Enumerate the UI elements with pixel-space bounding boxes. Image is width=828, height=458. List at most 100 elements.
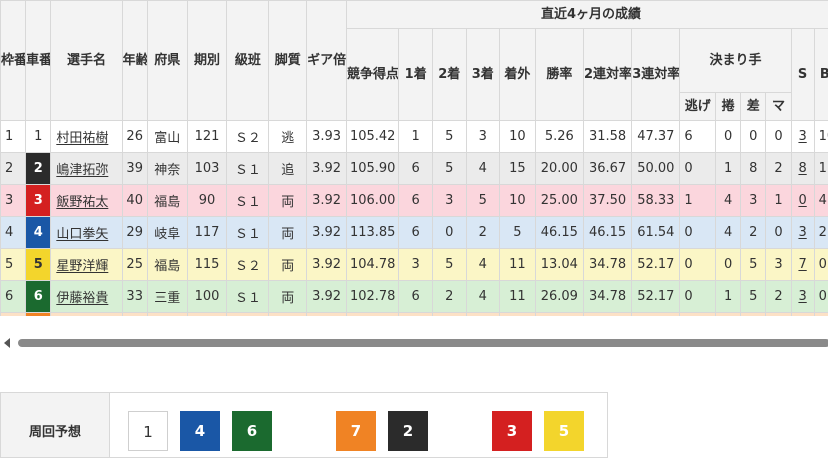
s-count-link[interactable]: 3	[798, 225, 806, 240]
entry-table-container[interactable]: 枠番 車番 選手名 年齢 府県 期別 級班 脚質 ギア倍率 直近4ヶ月の成績 競…	[0, 0, 828, 316]
cell-s[interactable]: 3	[790, 216, 815, 249]
header-sashi: 差	[740, 92, 767, 121]
cell-age: 26	[121, 120, 148, 153]
cell-b: 2	[813, 216, 828, 249]
cell-age: 25	[121, 248, 148, 281]
racer-name-link[interactable]: 山口拳矢	[56, 227, 108, 242]
cell-pref: 三重	[146, 280, 188, 313]
racer-name-link[interactable]: 村田祐樹	[56, 131, 108, 146]
cell-score: 104.78	[345, 248, 400, 281]
entry-table-body: 1 1 村田祐樹 26 富山 121 Ｓ２ 逃 3.93 105.42 1 5 3 10 5.26 31.58…	[0, 120, 828, 316]
cell-score: 108.47	[345, 312, 400, 316]
header-first: 1着	[398, 28, 433, 121]
cell-s[interactable]: 0	[790, 184, 815, 217]
cell-name[interactable]: 飯野祐太	[50, 184, 123, 217]
cell-b: 0	[813, 248, 828, 281]
cell-term: 103	[186, 152, 228, 185]
cell-sashi: 3	[740, 184, 767, 217]
cell-style: 両	[268, 248, 308, 281]
cell-ren3: 58.33	[631, 184, 681, 217]
cell-age: 29	[121, 216, 148, 249]
s-count-link[interactable]: 8	[798, 161, 806, 176]
cell-style: 両	[268, 184, 308, 217]
header-ren2: 2連対率	[582, 28, 633, 121]
cell-pref: 福島	[146, 184, 188, 217]
header-gear: ギア倍率	[306, 0, 347, 121]
cell-ren2: 37.50	[582, 184, 633, 217]
cell-win-rate: 20.00	[534, 152, 584, 185]
cell-score: 105.42	[345, 120, 400, 153]
cell-s[interactable]: 8	[790, 152, 815, 185]
cell-pref: 神奈	[146, 312, 188, 316]
cell-waku: 5	[0, 248, 27, 281]
s-count-link[interactable]: 0	[798, 193, 806, 208]
cell-score: 106.00	[345, 184, 400, 217]
cell-mark: 2	[765, 280, 792, 313]
scroll-thumb[interactable]	[18, 339, 828, 347]
cell-style: 逃	[268, 120, 308, 153]
cell-name[interactable]: 村田祐樹	[50, 120, 123, 153]
cell-waku: 3	[0, 184, 27, 217]
s-count-link[interactable]: 3	[798, 129, 806, 144]
cell-sashi: 0	[740, 312, 767, 316]
cell-b: 1	[813, 152, 828, 185]
cell-second: 5	[431, 248, 467, 281]
table-row: 4 4 山口拳矢 29 岐阜 117 Ｓ１ 両 3.92 113.85 6 0 2 5 46.15 46.15…	[0, 216, 828, 249]
cell-s[interactable]: 3	[790, 280, 815, 313]
cell-waku: 6	[0, 312, 27, 316]
cell-name[interactable]: 伊藤裕貴	[50, 280, 123, 313]
table-row: 6 6 伊藤裕貴 33 三重 100 Ｓ１ 両 3.92 102.78 6 2 4 11 26.09 34.7…	[0, 280, 828, 313]
lineup-chip: 2	[388, 411, 428, 451]
table-row: 1 1 村田祐樹 26 富山 121 Ｓ２ 逃 3.93 105.42 1 5 3 10 5.26 31.58…	[0, 120, 828, 153]
cell-third: 4	[465, 280, 501, 313]
cell-term: 100	[186, 280, 228, 313]
horizontal-scrollbar[interactable]	[0, 336, 828, 350]
cell-style: 両	[268, 216, 308, 249]
header-pref: 府県	[146, 0, 188, 121]
cell-win-rate: 26.09	[534, 280, 584, 313]
s-count-link[interactable]: 7	[798, 257, 806, 272]
cell-name[interactable]: 青野将大	[50, 312, 123, 316]
cell-term: 121	[186, 120, 228, 153]
cell-ren3: 52.17	[631, 280, 681, 313]
racer-name-link[interactable]: 伊藤裕貴	[56, 291, 108, 306]
cell-class: Ｓ１	[226, 216, 270, 249]
cell-style: 両	[268, 280, 308, 313]
cell-ren3: 50.00	[631, 152, 681, 185]
racer-name-link[interactable]: 飯野祐太	[56, 195, 108, 210]
cell-makuri: 0	[715, 120, 742, 153]
cell-b: 10	[813, 120, 828, 153]
cell-class: Ｓ１	[226, 280, 270, 313]
header-age: 年齢	[121, 0, 148, 121]
header-waku: 枠番	[0, 0, 27, 121]
cell-third: 4	[465, 152, 501, 185]
cell-sashi: 0	[740, 120, 767, 153]
s-count-link[interactable]: 3	[798, 289, 806, 304]
racer-name-link[interactable]: 嶋津拓弥	[56, 163, 108, 178]
cell-makuri: 4	[715, 184, 742, 217]
scroll-left-arrow-icon[interactable]	[4, 338, 10, 348]
cell-ren2: 30.00	[582, 312, 633, 316]
cell-name[interactable]: 星野洋輝	[50, 248, 123, 281]
cell-sashi: 8	[740, 152, 767, 185]
cell-s[interactable]: 7	[790, 248, 815, 281]
cell-ren3: 47.37	[631, 120, 681, 153]
cell-makuri: 0	[715, 248, 742, 281]
cell-s[interactable]: 3	[790, 120, 815, 153]
racer-name-link[interactable]: 星野洋輝	[56, 259, 108, 274]
cell-name[interactable]: 嶋津拓弥	[50, 152, 123, 185]
cell-b: 9	[813, 312, 828, 316]
cell-second: 0	[431, 216, 467, 249]
cell-name[interactable]: 山口拳矢	[50, 216, 123, 249]
car-number-badge: 5	[26, 249, 50, 280]
cell-ren2: 46.15	[582, 216, 633, 249]
header-car: 車番	[25, 0, 52, 121]
cell-term: 90	[186, 184, 228, 217]
table-row: 67青野将大30神奈117Ｓ１逃3.92108.47335915.0030.00…	[0, 312, 828, 316]
header-nige: 逃げ	[679, 92, 717, 121]
lineup-chip: 7	[336, 411, 376, 451]
cell-waku: 1	[0, 120, 27, 153]
cell-s[interactable]: 1	[790, 312, 815, 316]
lineup-label: 周回予想	[0, 392, 110, 458]
cell-makuri: 1	[715, 152, 742, 185]
